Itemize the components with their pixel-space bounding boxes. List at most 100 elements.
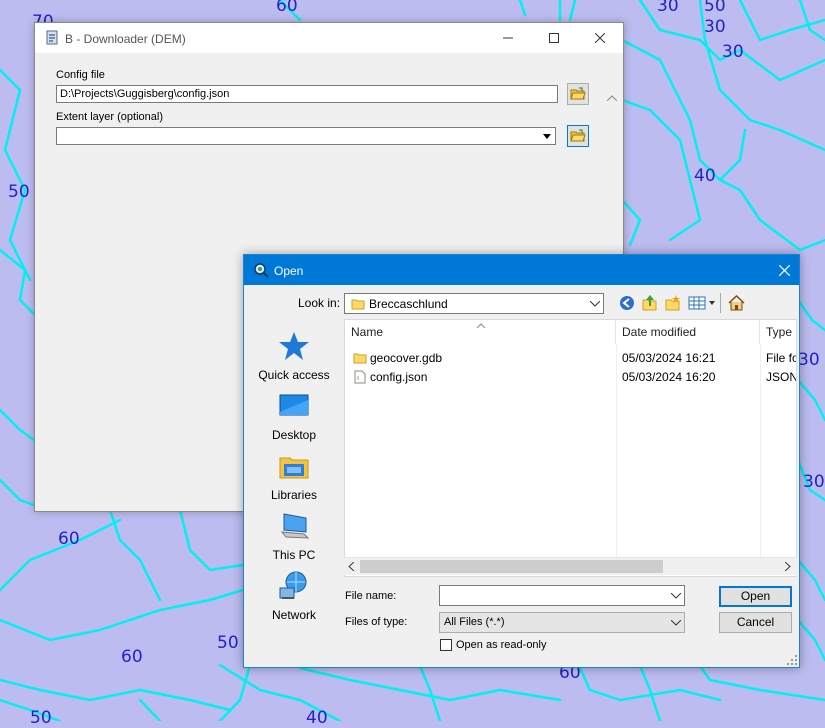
files-of-type-value: All Files (*.*) <box>444 616 505 628</box>
desktop-icon <box>279 394 309 416</box>
contour-label: 30 <box>704 17 726 37</box>
dialog-title: Open <box>274 264 304 278</box>
file-type: File fo <box>766 351 797 365</box>
contour-label: 60 <box>58 529 80 549</box>
file-row[interactable]: geocover.gdb 05/03/2024 16:21 File fo <box>345 349 796 368</box>
place-libraries[interactable]: Libraries <box>251 450 337 502</box>
place-label: Quick access <box>258 368 330 382</box>
close-icon <box>595 33 605 43</box>
contour-label: 40 <box>694 166 716 186</box>
open-button[interactable]: Open <box>719 586 792 607</box>
chevron-down-icon <box>543 133 551 139</box>
computer-icon <box>280 513 310 539</box>
chevron-down-icon <box>590 300 600 307</box>
place-network[interactable]: Network <box>251 570 337 622</box>
contour-label: 30 <box>798 350 820 370</box>
look-in-label: Look in: <box>298 296 341 310</box>
file-date: 05/03/2024 16:20 <box>622 370 716 384</box>
minimize-icon <box>503 37 513 39</box>
look-in-dropdown-arrow[interactable] <box>587 294 603 313</box>
file-name: config.json <box>370 370 428 384</box>
window-title: B - Downloader (DEM) <box>65 32 186 46</box>
scroll-left-icon[interactable] <box>348 562 354 571</box>
scroll-up-icon[interactable] <box>607 95 617 101</box>
file-name-label: File name: <box>345 590 397 602</box>
contour-label: 50 <box>704 0 726 16</box>
hscroll-thumb[interactable] <box>360 560 663 573</box>
place-desktop[interactable]: Desktop <box>251 390 337 442</box>
folder-icon <box>351 299 365 310</box>
place-label: This PC <box>272 548 316 562</box>
column-header-name[interactable]: Name <box>345 320 616 344</box>
config-file-label: Config file <box>56 69 105 81</box>
close-button[interactable] <box>577 23 623 53</box>
maximize-button[interactable] <box>531 23 577 53</box>
read-only-checkbox[interactable] <box>440 639 452 651</box>
extent-layer-label: Extent layer (optional) <box>56 111 163 123</box>
resize-grip-icon[interactable] <box>787 655 797 665</box>
contour-label: 30 <box>722 42 744 62</box>
extent-layer-select[interactable] <box>56 127 556 145</box>
files-of-type-dropdown-arrow[interactable] <box>668 613 684 632</box>
file-name-input[interactable] <box>439 585 685 606</box>
open-dialog: Open Look in: Breccaschlund Quick access… <box>243 254 800 668</box>
file-icon <box>354 370 366 384</box>
dropdown-arrow[interactable] <box>539 128 555 144</box>
place-label: Network <box>271 608 316 622</box>
contour-label: 50 <box>8 182 30 202</box>
cancel-button[interactable]: Cancel <box>719 612 792 633</box>
contour-label: 40 <box>306 708 328 728</box>
file-list-hscrollbar[interactable] <box>344 557 797 575</box>
downloader-titlebar[interactable]: B - Downloader (DEM) <box>35 23 623 53</box>
search-icon <box>254 263 269 278</box>
view-grid-icon <box>688 296 715 310</box>
network-icon <box>279 571 307 599</box>
file-row[interactable]: config.json 05/03/2024 16:20 JSON <box>345 368 796 387</box>
chevron-down-icon <box>671 619 681 626</box>
file-date: 05/03/2024 16:21 <box>622 351 716 365</box>
contour-label: 50 <box>217 633 239 653</box>
contour-label: 60 <box>121 647 143 667</box>
look-in-value: Breccaschlund <box>369 297 448 311</box>
up-folder-icon[interactable] <box>642 294 658 312</box>
files-of-type-label: Files of type: <box>345 616 408 628</box>
read-only-label: Open as read-only <box>456 639 547 651</box>
scroll-right-icon[interactable] <box>785 562 791 571</box>
browse-config-button[interactable] <box>567 83 589 105</box>
look-in-select[interactable]: Breccaschlund <box>344 293 604 314</box>
contour-label: 30 <box>803 472 825 492</box>
files-of-type-select[interactable]: All Files (*.*) <box>439 612 685 633</box>
file-type: JSON <box>766 370 797 384</box>
open-dialog-titlebar[interactable]: Open <box>244 255 799 285</box>
star-icon <box>279 332 309 360</box>
open-folder-icon <box>570 129 586 142</box>
open-folder-icon <box>570 87 586 100</box>
home-icon[interactable] <box>728 295 745 311</box>
column-header-type[interactable]: Type <box>760 320 796 344</box>
chevron-down-icon <box>671 592 681 599</box>
folder-icon <box>353 353 367 364</box>
close-icon <box>778 264 790 276</box>
place-label: Libraries <box>270 488 318 502</box>
place-label: Desktop <box>271 428 317 442</box>
places-bar: Quick access Desktop Libraries This PC N… <box>251 318 337 622</box>
minimize-button[interactable] <box>485 23 531 53</box>
place-this-pc[interactable]: This PC <box>251 510 337 562</box>
contour-label: 30 <box>657 0 679 16</box>
config-file-input[interactable]: D:\Projects\Guggisberg\config.json <box>56 85 558 103</box>
column-header-date[interactable]: Date modified <box>616 320 760 344</box>
new-folder-icon[interactable] <box>665 295 681 311</box>
file-name-dropdown-arrow[interactable] <box>668 586 684 605</box>
contour-label: 50 <box>30 708 52 728</box>
app-icon <box>46 30 58 45</box>
file-list[interactable]: Name Date modified Type geocover.gdb 05/… <box>344 319 797 577</box>
dialog-close-button[interactable] <box>769 255 799 285</box>
view-menu-button[interactable] <box>688 295 716 311</box>
file-name: geocover.gdb <box>370 351 443 365</box>
contour-label: 60 <box>276 0 298 16</box>
maximize-icon <box>549 33 559 43</box>
libraries-icon <box>279 457 309 479</box>
browse-extent-button[interactable] <box>567 125 589 147</box>
place-quick-access[interactable]: Quick access <box>251 330 337 382</box>
back-icon[interactable] <box>619 295 635 311</box>
